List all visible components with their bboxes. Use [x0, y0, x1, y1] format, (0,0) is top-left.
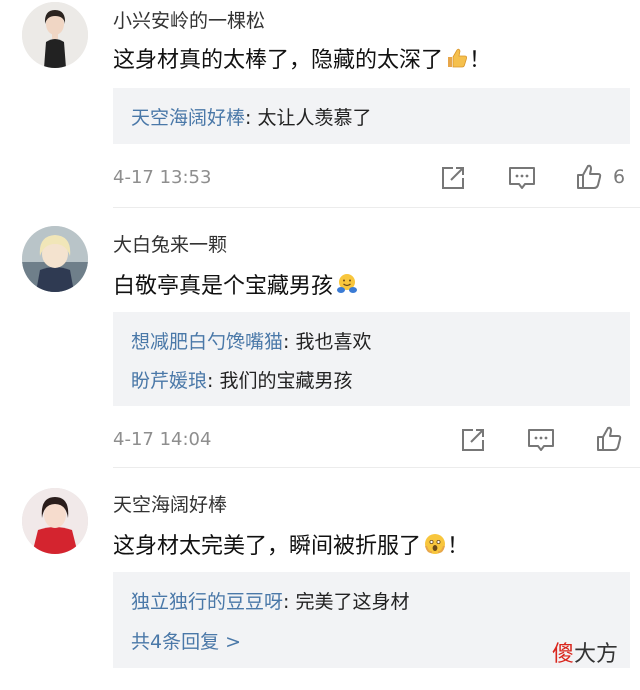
more-replies-link[interactable]: 共4条回复 >	[131, 627, 241, 654]
reply-line[interactable]: 盼芹媛琅: 我们的宝藏男孩	[131, 366, 352, 393]
comment-body: 白敬亭真是个宝藏男孩	[113, 274, 334, 299]
comment-icon	[509, 167, 535, 189]
comment-body: 这身材太完美了，瞬间被折服了	[113, 534, 422, 559]
reply-text: : 我也喜欢	[283, 331, 372, 353]
divider	[113, 207, 640, 208]
hug-face-icon	[335, 272, 359, 302]
reply-username[interactable]: 盼芹媛琅	[131, 370, 207, 392]
thumbs-up-outline-icon	[577, 164, 602, 189]
thumbs-up-icon	[445, 46, 469, 76]
reply-username[interactable]: 天空海阔好棒	[131, 107, 245, 129]
comment-trailing: ！	[469, 48, 492, 73]
reply-text: : 太让人羡慕了	[245, 107, 372, 129]
comment-item: 天空海阔好棒 这身材太完美了，瞬间被折服了！ 独立独行的豆豆呀: 完美了这身材 …	[0, 470, 640, 690]
avatar-image	[22, 488, 88, 554]
like-button[interactable]	[595, 424, 623, 454]
like-count: 6	[613, 166, 626, 188]
reply-line[interactable]: 天空海阔好棒: 太让人羡慕了	[131, 103, 371, 130]
share-icon	[442, 167, 464, 189]
thumbs-up-outline-icon	[597, 426, 622, 451]
reply-box[interactable]: 想减肥白勺馋嘴猫: 我也喜欢 盼芹媛琅: 我们的宝藏男孩	[113, 312, 630, 406]
comment-username[interactable]: 大白兔来一颗	[113, 230, 227, 257]
reply-line[interactable]: 想减肥白勺馋嘴猫: 我也喜欢	[131, 327, 371, 354]
watermark-text: 大方	[573, 642, 618, 667]
watermark-highlight: 傻	[551, 642, 574, 667]
avatar[interactable]	[22, 226, 88, 292]
comment-time: 4-17 14:04	[113, 429, 212, 450]
avatar[interactable]	[22, 488, 88, 554]
avatar-image	[22, 226, 88, 292]
divider	[113, 467, 640, 468]
astonished-face-icon	[423, 532, 447, 562]
comment-text: 这身材真的太棒了，隐藏的太深了 ！	[113, 42, 491, 76]
reply-text: : 完美了这身材	[283, 591, 410, 613]
comment-trailing: ！	[447, 534, 470, 559]
share-button[interactable]	[440, 163, 466, 193]
comment-item: 大白兔来一颗 白敬亭真是个宝藏男孩 想减肥白勺馋嘴猫: 我也喜欢 盼芹媛琅: 我…	[0, 210, 640, 468]
avatar[interactable]	[22, 2, 88, 68]
comment-text: 这身材太完美了，瞬间被折服了 ！	[113, 528, 469, 562]
reply-text: : 我们的宝藏男孩	[207, 370, 353, 392]
share-button[interactable]	[460, 425, 486, 455]
comment-username[interactable]: 天空海阔好棒	[113, 490, 227, 517]
reply-username[interactable]: 想减肥白勺馋嘴猫	[131, 331, 283, 353]
like-button[interactable]: 6	[575, 162, 625, 192]
comment-text: 白敬亭真是个宝藏男孩	[113, 268, 359, 302]
comment-icon	[528, 429, 554, 451]
share-icon	[462, 429, 484, 451]
watermark: 傻大方	[552, 636, 618, 668]
reply-line[interactable]: 独立独行的豆豆呀: 完美了这身材	[131, 587, 409, 614]
reply-username[interactable]: 独立独行的豆豆呀	[131, 591, 283, 613]
comment-body: 这身材真的太棒了，隐藏的太深了	[113, 48, 444, 73]
reply-box[interactable]: 天空海阔好棒: 太让人羡慕了	[113, 88, 630, 144]
comment-item: 小兴安岭的一棵松 这身材真的太棒了，隐藏的太深了 ！ 天空海阔好棒: 太让人羡慕了…	[0, 0, 640, 210]
comment-button[interactable]	[527, 425, 555, 455]
comment-username[interactable]: 小兴安岭的一棵松	[113, 6, 265, 33]
avatar-image	[22, 2, 88, 68]
comment-time: 4-17 13:53	[113, 167, 212, 188]
comment-button[interactable]	[508, 163, 536, 193]
